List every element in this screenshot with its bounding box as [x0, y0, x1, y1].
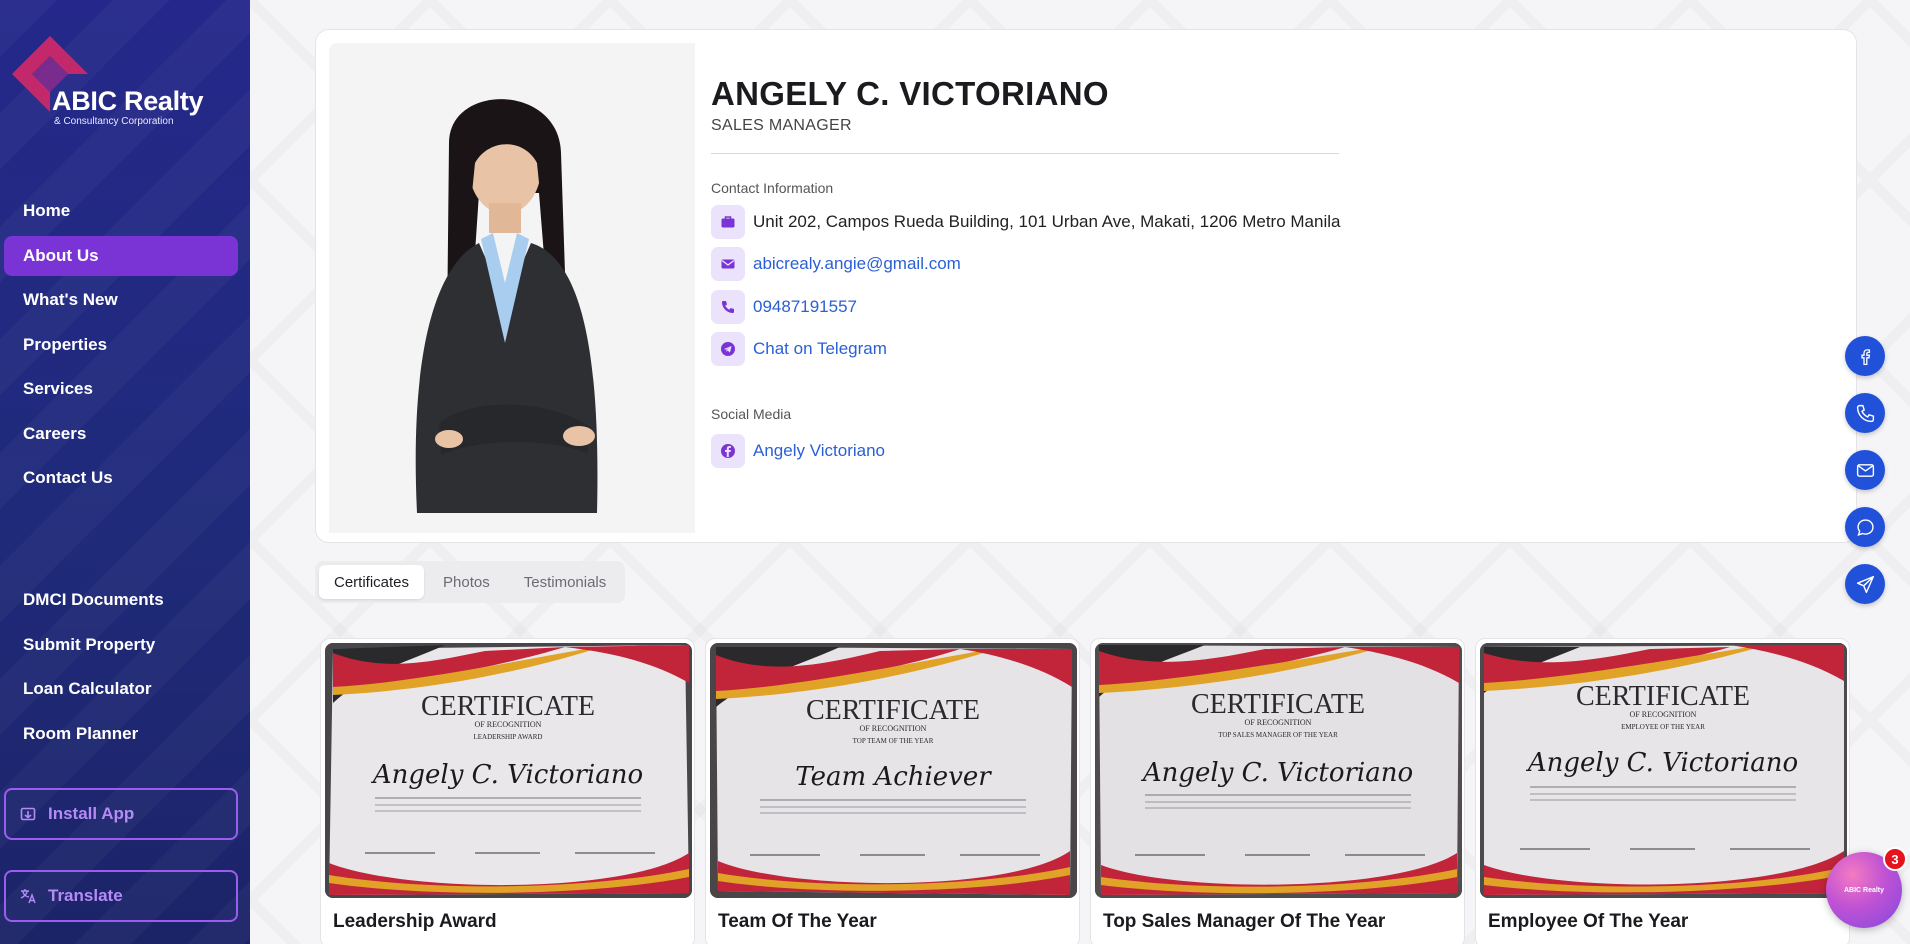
brand-subtitle: & Consultancy Corporation — [54, 116, 174, 127]
facebook-row[interactable]: Angely Victoriano — [711, 434, 1351, 468]
certificate-award: EMPLOYEE OF THE YEAR — [1621, 723, 1705, 731]
facebook-float-button[interactable] — [1845, 336, 1885, 376]
nav-submit-property[interactable]: Submit Property — [4, 625, 238, 665]
tab-photos[interactable]: Photos — [428, 565, 505, 599]
send-float-button[interactable] — [1845, 564, 1885, 604]
certificate-recipient: Angely C. Victoriano — [371, 760, 643, 790]
certificate-recipient: Team Achiever — [795, 762, 992, 792]
chat-widget-label: ABIC Realty — [1843, 886, 1885, 894]
divider — [711, 153, 1339, 154]
certificate-image[interactable]: CERTIFICATE OF RECOGNITION TOP SALES MAN… — [1095, 643, 1462, 898]
nav-contact-us[interactable]: Contact Us — [4, 458, 238, 498]
send-icon — [1856, 575, 1874, 593]
certificate-heading: CERTIFICATE — [1191, 689, 1365, 720]
certificate-card[interactable]: CERTIFICATE OF RECOGNITION EMPLOYEE OF T… — [1475, 638, 1850, 944]
certificate-heading: CERTIFICATE — [421, 691, 595, 722]
nav-about-us[interactable]: About Us — [4, 235, 238, 276]
profile-portrait-icon — [329, 43, 695, 533]
briefcase-icon — [711, 204, 745, 239]
profile-photo — [329, 43, 695, 533]
certificate-title: Team Of The Year — [718, 911, 877, 932]
certificate-subheading: OF RECOGNITION — [1630, 710, 1697, 719]
chat-icon — [1856, 518, 1874, 536]
phone-row[interactable]: 09487191557 — [711, 289, 1351, 324]
install-icon — [20, 807, 36, 821]
contact-heading: Contact Information — [711, 180, 834, 196]
telegram-icon — [711, 332, 745, 366]
certificate-subheading: OF RECOGNITION — [475, 720, 542, 729]
brand-name: ABIC Realty — [52, 86, 204, 116]
email-row[interactable]: abicrealy.angie@gmail.com — [711, 247, 1351, 281]
nav-room-planner[interactable]: Room Planner — [4, 714, 238, 754]
facebook-link[interactable]: Angely Victoriano — [753, 441, 885, 461]
certificate-title: Leadership Award — [333, 911, 497, 932]
nav-whats-new[interactable]: What's New — [4, 280, 238, 320]
facebook-icon — [1860, 348, 1870, 365]
certificate-illustration: CERTIFICATE OF RECOGNITION TOP TEAM OF T… — [710, 643, 1077, 898]
certificate-heading: CERTIFICATE — [806, 695, 980, 726]
certificate-card[interactable]: CERTIFICATE OF RECOGNITION TOP TEAM OF T… — [705, 638, 1080, 944]
mail-icon — [1856, 463, 1874, 477]
certificate-title: Employee Of The Year — [1488, 911, 1689, 932]
certificate-illustration: CERTIFICATE OF RECOGNITION LEADERSHIP AW… — [325, 643, 692, 898]
nav-loan-calculator[interactable]: Loan Calculator — [4, 669, 238, 709]
phone-icon — [1856, 404, 1874, 422]
certificate-recipient: Angely C. Victoriano — [1526, 748, 1798, 778]
email-link[interactable]: abicrealy.angie@gmail.com — [753, 254, 961, 274]
certificate-subheading: OF RECOGNITION — [1245, 718, 1312, 727]
tab-testimonials[interactable]: Testimonials — [509, 565, 622, 599]
mail-float-button[interactable] — [1845, 450, 1885, 490]
mail-icon — [711, 247, 745, 281]
telegram-link[interactable]: Chat on Telegram — [753, 339, 887, 359]
phone-float-button[interactable] — [1845, 393, 1885, 433]
floating-actions — [1845, 336, 1885, 604]
install-app-button[interactable]: Install App — [4, 788, 238, 840]
nav-services[interactable]: Services — [4, 369, 238, 409]
certificate-illustration: CERTIFICATE OF RECOGNITION EMPLOYEE OF T… — [1480, 643, 1847, 898]
profile-role: SALES MANAGER — [711, 117, 852, 134]
tab-certificates[interactable]: Certificates — [319, 565, 425, 599]
address-text: Unit 202, Campos Rueda Building, 101 Urb… — [753, 211, 1341, 231]
brand-logo[interactable]: ABIC Realty & Consultancy Corporation — [4, 30, 244, 140]
certificate-grid: CERTIFICATE OF RECOGNITION LEADERSHIP AW… — [320, 638, 1850, 944]
nav-home[interactable]: Home — [4, 191, 238, 231]
certificate-heading: CERTIFICATE — [1576, 681, 1750, 712]
nav-dmci-documents[interactable]: DMCI Documents — [4, 580, 238, 620]
certificate-subheading: OF RECOGNITION — [860, 724, 927, 733]
certificate-award: TOP SALES MANAGER OF THE YEAR — [1218, 731, 1338, 739]
translate-icon — [20, 889, 36, 904]
certificate-card[interactable]: CERTIFICATE OF RECOGNITION LEADERSHIP AW… — [320, 638, 695, 944]
profile-name: ANGELY C. VICTORIANO — [711, 75, 1109, 112]
certificate-title: Top Sales Manager Of The Year — [1103, 911, 1386, 932]
install-app-label: Install App — [48, 804, 135, 823]
translate-label: Translate — [48, 886, 123, 905]
profile-tabs: Certificates Photos Testimonials — [315, 561, 626, 603]
chat-float-button[interactable] — [1845, 507, 1885, 547]
phone-icon — [711, 289, 745, 324]
primary-nav: Home About Us What's New Properties Serv… — [0, 191, 250, 503]
certificate-card[interactable]: CERTIFICATE OF RECOGNITION TOP SALES MAN… — [1090, 638, 1465, 944]
telegram-row[interactable]: Chat on Telegram — [711, 332, 1351, 366]
address-row: Unit 202, Campos Rueda Building, 101 Urb… — [711, 204, 1351, 239]
secondary-nav: DMCI Documents Submit Property Loan Calc… — [0, 580, 250, 758]
translate-button[interactable]: Translate — [4, 870, 238, 922]
certificate-image[interactable]: CERTIFICATE OF RECOGNITION LEADERSHIP AW… — [325, 643, 692, 898]
certificate-award: LEADERSHIP AWARD — [474, 733, 543, 741]
profile-info: ANGELY C. VICTORIANO SALES MANAGER Conta… — [711, 75, 1351, 468]
phone-link[interactable]: 09487191557 — [753, 297, 857, 317]
profile-card: ANGELY C. VICTORIANO SALES MANAGER Conta… — [315, 29, 1857, 543]
facebook-icon — [711, 434, 745, 468]
certificate-recipient: Angely C. Victoriano — [1141, 758, 1413, 788]
notification-badge: 3 — [1883, 847, 1907, 871]
nav-careers[interactable]: Careers — [4, 414, 238, 454]
certificate-award: TOP TEAM OF THE YEAR — [853, 737, 934, 745]
social-heading: Social Media — [711, 406, 792, 422]
certificate-illustration: CERTIFICATE OF RECOGNITION TOP SALES MAN… — [1095, 643, 1462, 898]
nav-properties[interactable]: Properties — [4, 325, 238, 365]
sidebar: ABIC Realty & Consultancy Corporation Ho… — [0, 0, 250, 944]
certificate-image[interactable]: CERTIFICATE OF RECOGNITION EMPLOYEE OF T… — [1480, 643, 1847, 898]
certificate-image[interactable]: CERTIFICATE OF RECOGNITION TOP TEAM OF T… — [710, 643, 1077, 898]
